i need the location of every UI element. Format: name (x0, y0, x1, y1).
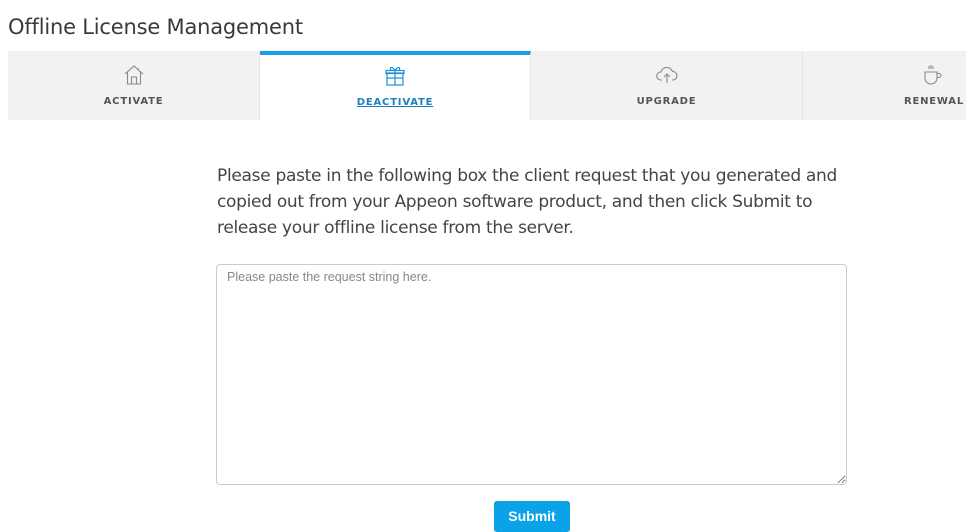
page-title: Offline License Management (8, 15, 303, 39)
instructions-text: Please paste in the following box the cl… (217, 166, 838, 238)
gift-icon (385, 66, 405, 86)
tab-renewal[interactable]: RENEWAL (803, 51, 966, 120)
tab-deactivate[interactable]: DEACTIVATE (260, 51, 531, 120)
submit-button[interactable]: Submit (494, 501, 570, 532)
tab-renewal-label: RENEWAL (903, 96, 964, 107)
tab-upgrade[interactable]: UPGRADE (531, 51, 803, 120)
tab-deactivate-label: DEACTIVATE (356, 97, 434, 108)
tab-activate[interactable]: ACTIVATE (8, 51, 260, 120)
tab-activate-label: ACTIVATE (103, 96, 164, 107)
tab-bar: ACTIVATE DEACTIVATE UPGRADE RENEWAL (8, 51, 966, 120)
request-string-input[interactable] (216, 264, 847, 485)
tab-upgrade-label: UPGRADE (636, 96, 697, 107)
cup-icon (924, 65, 942, 85)
home-icon (124, 65, 143, 85)
cloud-upload-icon (655, 66, 678, 83)
